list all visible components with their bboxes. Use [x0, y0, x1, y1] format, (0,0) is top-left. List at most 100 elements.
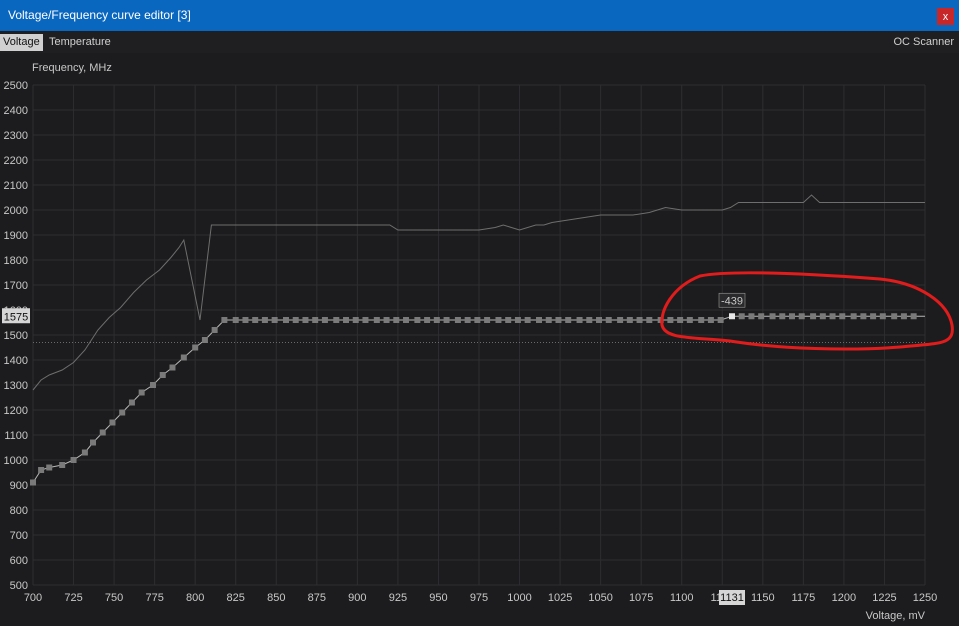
- curve-point[interactable]: [505, 317, 512, 323]
- curve-point[interactable]: [555, 317, 562, 323]
- curve-point[interactable]: [383, 317, 390, 323]
- curve-point[interactable]: [605, 317, 612, 323]
- curve-point[interactable]: [201, 337, 208, 343]
- curve-point[interactable]: [576, 317, 583, 323]
- curve-point[interactable]: [860, 313, 867, 320]
- y-tick-label: 2000: [4, 205, 28, 217]
- curve-point[interactable]: [433, 317, 440, 323]
- curve-point[interactable]: [484, 317, 491, 323]
- curve-point[interactable]: [545, 317, 552, 323]
- curve-point[interactable]: [891, 313, 898, 320]
- curve-point[interactable]: [707, 317, 714, 323]
- curve-point[interactable]: [686, 317, 693, 323]
- curve-point[interactable]: [232, 317, 239, 323]
- curve-point[interactable]: [586, 317, 593, 323]
- curve-point[interactable]: [667, 317, 674, 323]
- curve-point[interactable]: [646, 317, 653, 323]
- curve-point[interactable]: [769, 313, 776, 320]
- curve-point[interactable]: [38, 467, 45, 473]
- oc-scanner-button[interactable]: OC Scanner: [893, 34, 954, 51]
- curve-point[interactable]: [474, 317, 481, 323]
- curve-point[interactable]: [211, 327, 218, 333]
- curve-point[interactable]: [403, 317, 410, 323]
- curve-point[interactable]: [424, 317, 431, 323]
- curve-point[interactable]: [169, 364, 176, 371]
- curve-point[interactable]: [393, 317, 400, 323]
- curve-point[interactable]: [779, 313, 786, 320]
- curve-point[interactable]: [221, 317, 228, 323]
- curve-point[interactable]: [321, 317, 328, 323]
- curve-point[interactable]: [150, 382, 157, 388]
- curve-point[interactable]: [536, 317, 543, 323]
- curve-point[interactable]: [514, 317, 521, 323]
- curve-point[interactable]: [748, 313, 755, 320]
- curve-point[interactable]: [128, 399, 135, 406]
- curve-point[interactable]: [180, 354, 187, 361]
- curve-point[interactable]: [626, 317, 633, 323]
- curve-point[interactable]: [373, 317, 380, 323]
- curve-point[interactable]: [333, 317, 340, 323]
- curve-point[interactable]: [636, 317, 643, 323]
- curve-point[interactable]: [414, 317, 421, 323]
- curve-point[interactable]: [292, 317, 299, 323]
- curve-point[interactable]: [46, 464, 53, 471]
- selected-frequency-marker: 1575: [2, 308, 30, 324]
- curve-point[interactable]: [138, 389, 145, 396]
- curve-point[interactable]: [910, 313, 917, 320]
- curve-point[interactable]: [798, 313, 805, 320]
- curve-point[interactable]: [261, 317, 268, 323]
- curve-point[interactable]: [59, 462, 66, 468]
- curve-point[interactable]: [352, 317, 359, 323]
- y-tick-label: 1300: [4, 380, 28, 392]
- curve-point[interactable]: [839, 313, 846, 320]
- curve-point[interactable]: [443, 317, 450, 323]
- curve-point[interactable]: [362, 317, 369, 323]
- tab-temperature[interactable]: Temperature: [46, 34, 114, 51]
- vf-curve-chart[interactable]: 500 600 700 800 900 1000 1100 1200 1300 1400 1500 1…: [0, 53, 959, 626]
- curve-point[interactable]: [81, 449, 88, 456]
- curve-point[interactable]: [343, 317, 350, 323]
- curve-point[interactable]: [819, 313, 826, 320]
- x-tick-label: 900: [348, 592, 366, 604]
- curve-point[interactable]: [312, 317, 319, 323]
- close-button[interactable]: x: [937, 8, 954, 25]
- y-tick-label: 2200: [4, 155, 28, 167]
- curve-point[interactable]: [524, 317, 531, 323]
- curve-point[interactable]: [677, 317, 684, 323]
- curve-point[interactable]: [302, 317, 309, 323]
- curve-point[interactable]: [495, 317, 502, 323]
- title-bar: Voltage/Frequency curve editor [3] x: [0, 0, 959, 31]
- curve-point[interactable]: [617, 317, 624, 323]
- curve-point[interactable]: [454, 317, 461, 323]
- curve-point[interactable]: [90, 439, 97, 446]
- curve-point[interactable]: [159, 372, 166, 378]
- curve-point[interactable]: [698, 317, 705, 323]
- curve-point[interactable]: [271, 317, 278, 323]
- curve-point[interactable]: [789, 313, 796, 320]
- curve-point[interactable]: [464, 317, 471, 323]
- curve-point[interactable]: [30, 479, 36, 486]
- y-tick-label: 2400: [4, 105, 28, 117]
- curve-point[interactable]: [70, 457, 77, 463]
- curve-point[interactable]: [879, 313, 886, 320]
- curve-point[interactable]: [596, 317, 603, 323]
- tab-voltage[interactable]: Voltage: [0, 34, 43, 51]
- x-tick-label: 875: [308, 592, 326, 604]
- curve-point[interactable]: [870, 313, 877, 320]
- curve-point[interactable]: [738, 313, 745, 320]
- curve-point[interactable]: [252, 317, 259, 323]
- curve-point[interactable]: [810, 313, 817, 320]
- curve-point-selected[interactable]: [729, 313, 736, 320]
- curve-point[interactable]: [758, 313, 765, 320]
- curve-point[interactable]: [829, 313, 836, 320]
- curve-point[interactable]: [283, 317, 290, 323]
- curve-point[interactable]: [192, 344, 199, 351]
- curve-point[interactable]: [850, 313, 857, 320]
- curve-point[interactable]: [900, 313, 907, 320]
- curve-point[interactable]: [242, 317, 249, 323]
- curve-point[interactable]: [717, 317, 724, 323]
- curve-point[interactable]: [109, 419, 116, 426]
- curve-point[interactable]: [565, 317, 572, 323]
- curve-point[interactable]: [99, 429, 106, 436]
- curve-point[interactable]: [119, 409, 126, 416]
